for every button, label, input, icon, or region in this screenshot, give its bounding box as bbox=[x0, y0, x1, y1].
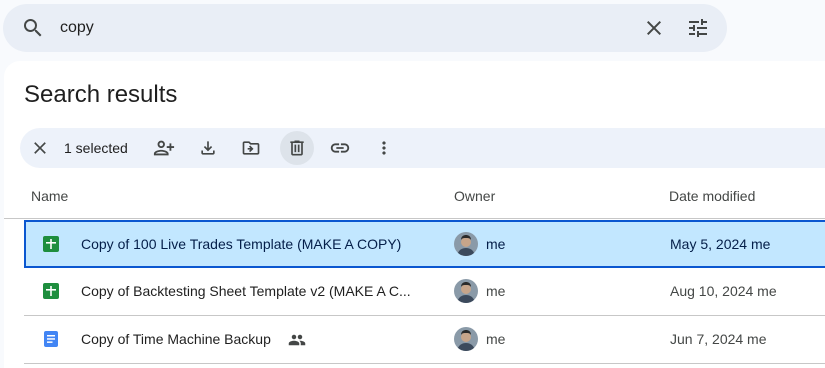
clear-search-icon[interactable] bbox=[642, 16, 666, 40]
column-owner[interactable]: Owner bbox=[454, 173, 495, 219]
sheets-icon bbox=[42, 282, 60, 300]
file-name: Copy of Backtesting Sheet Template v2 (M… bbox=[81, 283, 411, 299]
file-name: Copy of 100 Live Trades Template (MAKE A… bbox=[81, 236, 402, 252]
table-header: Name Owner Date modified bbox=[4, 173, 825, 219]
main-panel: Search results 1 selected Name Owner Dat… bbox=[4, 61, 825, 368]
avatar bbox=[454, 279, 478, 303]
owner-name: me bbox=[486, 236, 506, 252]
search-input[interactable] bbox=[60, 4, 620, 52]
selection-count: 1 selected bbox=[64, 140, 128, 156]
selection-toolbar: 1 selected bbox=[20, 128, 825, 168]
download-icon[interactable] bbox=[196, 136, 220, 160]
search-options-icon[interactable] bbox=[686, 16, 710, 40]
column-date-modified[interactable]: Date modified bbox=[669, 173, 755, 219]
shared-people-icon bbox=[288, 331, 306, 349]
owner-name: me bbox=[486, 331, 506, 347]
avatar bbox=[454, 232, 478, 256]
docs-icon bbox=[42, 330, 60, 348]
column-name[interactable]: Name bbox=[31, 173, 68, 219]
page-title: Search results bbox=[24, 81, 178, 108]
move-to-folder-icon[interactable] bbox=[239, 136, 263, 160]
date-modified: Aug 10, 2024 me bbox=[670, 283, 777, 299]
more-actions-icon[interactable] bbox=[372, 136, 396, 160]
table-row[interactable]: Copy of Time Machine Backup me Jun 7, 20… bbox=[24, 316, 825, 364]
trash-icon[interactable] bbox=[280, 131, 314, 165]
share-icon[interactable] bbox=[152, 136, 176, 160]
search-icon[interactable] bbox=[21, 16, 45, 40]
avatar bbox=[454, 327, 478, 351]
owner-name: me bbox=[486, 283, 506, 299]
file-name: Copy of Time Machine Backup bbox=[81, 331, 271, 347]
sheets-icon bbox=[42, 235, 60, 253]
table-row[interactable]: Copy of Backtesting Sheet Template v2 (M… bbox=[24, 268, 825, 316]
clear-selection-icon[interactable] bbox=[28, 136, 52, 160]
date-modified: May 5, 2024 me bbox=[670, 236, 771, 252]
search-bar[interactable] bbox=[3, 4, 727, 52]
link-icon[interactable] bbox=[328, 136, 352, 160]
date-modified: Jun 7, 2024 me bbox=[670, 331, 767, 347]
table-row[interactable]: Copy of 100 Live Trades Template (MAKE A… bbox=[24, 220, 825, 268]
